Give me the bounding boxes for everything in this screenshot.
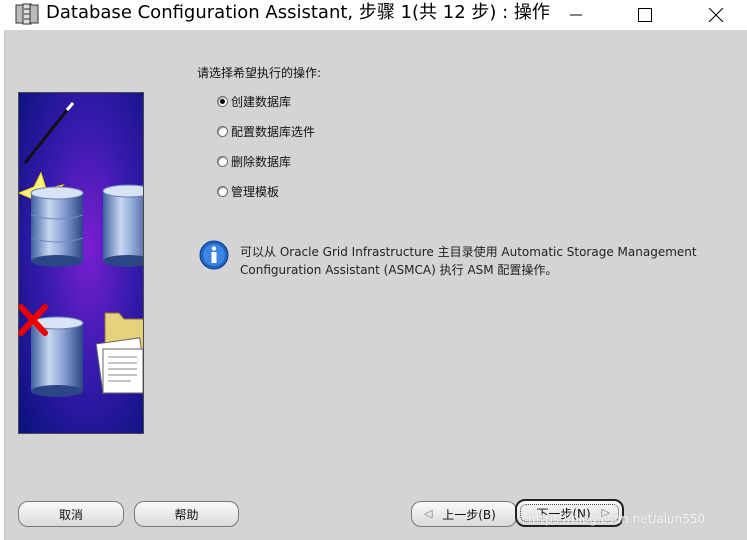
info-message: 可以从 Oracle Grid Infrastructure 主目录使用 Aut… (240, 245, 697, 277)
help-button[interactable]: 帮助 (134, 501, 239, 527)
close-button[interactable] (693, 0, 739, 30)
title-bar: Database Configuration Assistant, 步骤 1(共… (0, 0, 747, 30)
option-label: 删除数据库 (231, 154, 292, 169)
radio-create-database[interactable] (217, 95, 228, 107)
close-icon (709, 8, 723, 22)
option-manage-templates[interactable]: 管理模板 (217, 183, 279, 199)
maximize-icon (638, 8, 652, 22)
operation-prompt: 请选择希望执行的操作: (197, 66, 322, 80)
wizard-illustration (18, 92, 144, 434)
radio-configure-database-options[interactable] (217, 125, 228, 137)
help-label: 帮助 (174, 507, 199, 522)
cancel-label: 取消 (58, 507, 83, 522)
database-app-icon (14, 2, 40, 26)
cancel-button[interactable]: 取消 (18, 501, 124, 527)
option-label: 配置数据库选件 (231, 124, 316, 139)
back-button[interactable]: ◁ 上一步(B) (411, 501, 517, 527)
minimize-icon (570, 14, 582, 16)
option-label: 管理模板 (231, 184, 280, 199)
back-label: 上一步(B) (442, 507, 496, 522)
database-icon (30, 186, 84, 267)
window-title: Database Configuration Assistant, 步骤 1(共… (46, 2, 550, 23)
minimize-button[interactable] (553, 0, 599, 30)
option-create-database[interactable]: 创建数据库 (217, 93, 291, 109)
radio-manage-templates[interactable] (217, 185, 228, 197)
maximize-button[interactable] (622, 0, 668, 30)
background-window-edge (0, 30, 5, 540)
info-icon (199, 240, 229, 270)
chevron-left-icon: ◁ (424, 507, 433, 520)
option-configure-database-options[interactable]: 配置数据库选件 (217, 123, 315, 139)
next-label: 下一步(N) (536, 506, 591, 521)
configure-database-icon (102, 184, 143, 267)
chevron-right-icon: ▷ (601, 506, 610, 519)
next-button[interactable]: 下一步(N) ▷ (515, 499, 624, 527)
option-delete-database[interactable]: 删除数据库 (217, 153, 291, 169)
option-label: 创建数据库 (231, 94, 292, 109)
radio-delete-database[interactable] (217, 155, 228, 167)
